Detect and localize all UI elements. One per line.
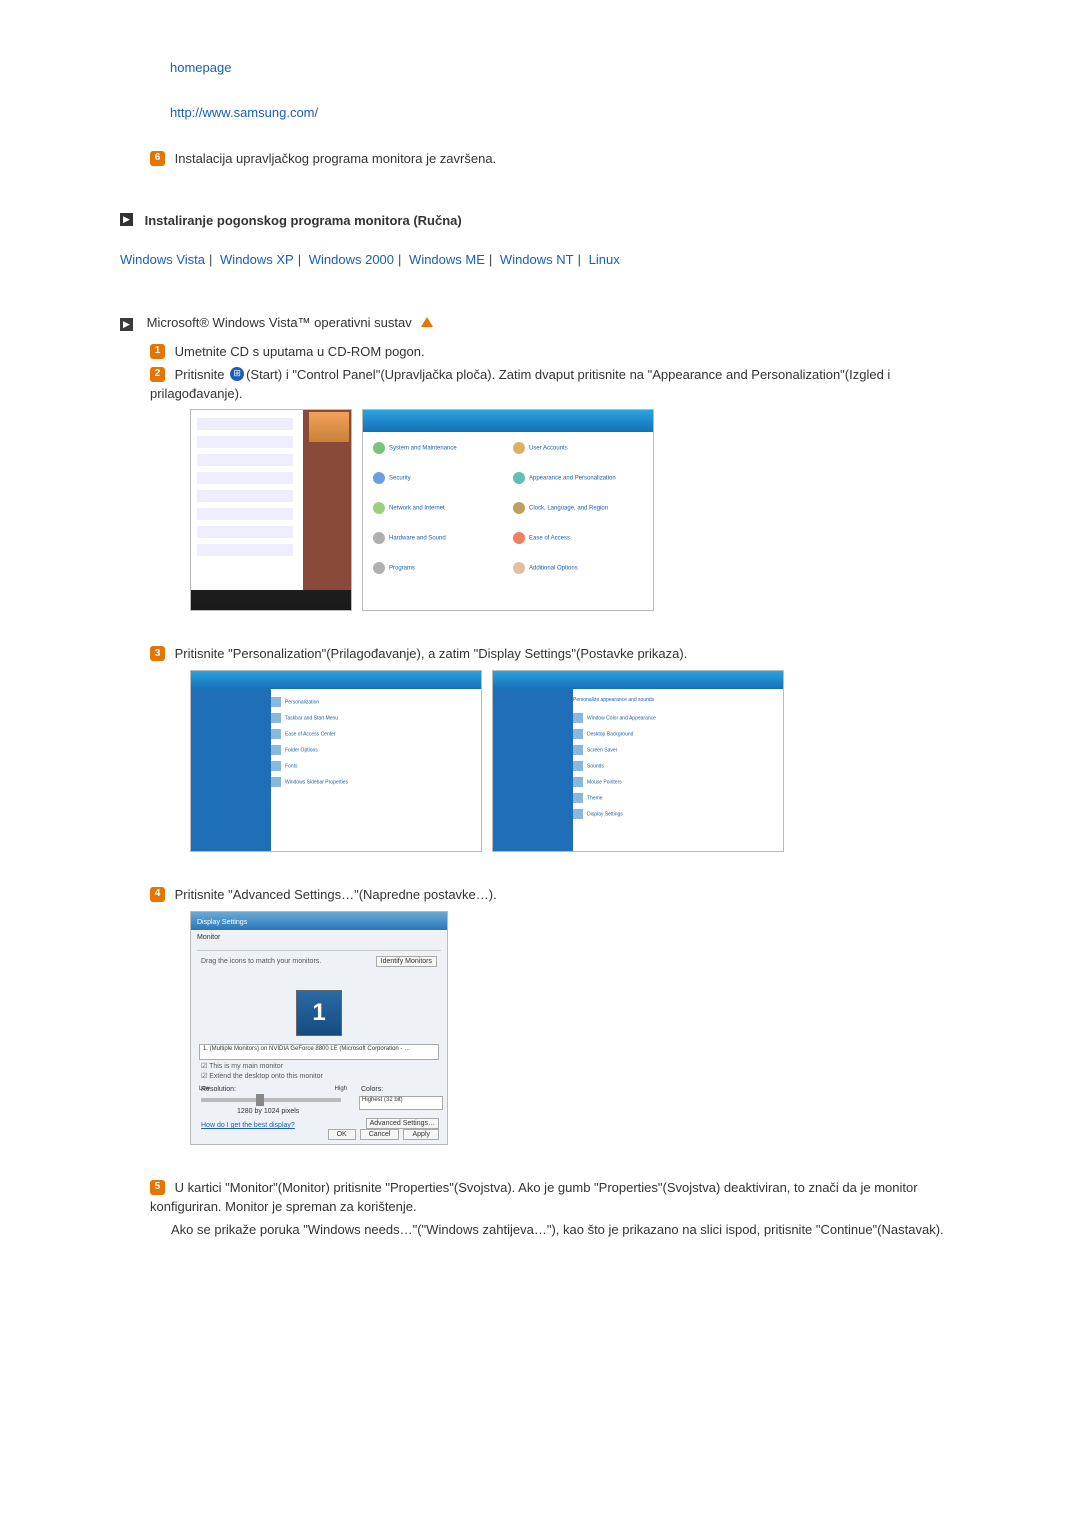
samsung-url-link[interactable]: http://www.samsung.com/ [170, 105, 318, 120]
apply-button[interactable]: Apply [403, 1129, 439, 1140]
colors-dropdown[interactable]: Highest (32 bit) [359, 1096, 443, 1110]
homepage-link[interactable]: homepage [170, 60, 231, 75]
os-link-xp[interactable]: Windows XP [220, 252, 294, 267]
windows-start-icon: ⊞ [230, 367, 244, 381]
display-drag-text: Drag the icons to match your monitors. [201, 958, 321, 965]
vista-heading: Microsoft® Windows Vista™ operativni sus… [147, 315, 412, 330]
section-arrow-icon: ▶ [120, 213, 133, 226]
screenshot-display-settings: Display Settings Monitor Drag the icons … [190, 911, 448, 1145]
cancel-button[interactable]: Cancel [360, 1129, 400, 1140]
vista-step-5: U kartici "Monitor"(Monitor) pritisnite … [150, 1180, 918, 1214]
vista-step-2a: Pritisnite [175, 367, 228, 382]
screenshot-appearance: Personalization Taskbar and Start Menu E… [190, 670, 482, 852]
os-link-2000[interactable]: Windows 2000 [309, 252, 394, 267]
colors-label: Colors: [361, 1086, 383, 1093]
step-6-badge: 6 [150, 151, 165, 166]
ok-button[interactable]: OK [328, 1129, 356, 1140]
screenshot-personalization: Personalize appearance and sounds Window… [492, 670, 784, 852]
slider-handle-icon[interactable] [256, 1094, 264, 1106]
slider-high: High [335, 1086, 347, 1092]
step-2-badge: 2 [150, 367, 165, 382]
step-6-text: Instalacija upravljačkog programa monito… [175, 151, 497, 166]
vista-step-4: Pritisnite "Advanced Settings…"(Napredne… [175, 887, 497, 902]
advanced-settings-button[interactable]: Advanced Settings… [366, 1118, 439, 1129]
vista-step-3: Pritisnite "Personalization"(Prilagođava… [175, 646, 688, 661]
chk-extend-desktop[interactable]: ☑ Extend the desktop onto this monitor [201, 1072, 323, 1080]
vista-step-2b: (Start) i "Control Panel"(Upravljačka pl… [150, 367, 890, 401]
subsection-bullet-icon: ▶ [120, 318, 133, 331]
identify-monitors-button[interactable]: Identify Monitors [376, 956, 437, 967]
screenshot-control-panel: System and Maintenance User Accounts Sec… [362, 409, 654, 611]
monitor-icon-1: 1 [296, 990, 342, 1036]
os-link-me[interactable]: Windows ME [409, 252, 485, 267]
os-link-linux[interactable]: Linux [589, 252, 620, 267]
os-link-vista[interactable]: Windows Vista [120, 252, 205, 267]
help-link[interactable]: How do I get the best display? [201, 1122, 295, 1129]
display-tab-monitor: Monitor [197, 934, 220, 941]
os-link-nt[interactable]: Windows NT [500, 252, 574, 267]
vista-step-5b: Ako se prikaže poruka "Windows needs…"("… [171, 1222, 944, 1237]
step-3-badge: 3 [150, 646, 165, 661]
slider-low: Low [199, 1086, 210, 1092]
screenshot-start-menu [190, 409, 352, 611]
step-4-badge: 4 [150, 887, 165, 902]
resolution-value: 1280 by 1024 pixels [237, 1108, 299, 1115]
vista-step-1: Umetnite CD s uputama u CD-ROM pogon. [175, 344, 425, 359]
up-triangle-icon [421, 317, 433, 327]
monitor-dropdown[interactable]: 1. (Multiple Monitors) on NVIDIA GeForce… [199, 1044, 439, 1060]
section-manual-heading: Instaliranje pogonskog programa monitora… [145, 213, 462, 228]
step-1-badge: 1 [150, 344, 165, 359]
chk-main-monitor[interactable]: ☑ This is my main monitor [201, 1062, 283, 1070]
step-5-badge: 5 [150, 1180, 165, 1195]
display-title: Display Settings [197, 919, 247, 926]
resolution-slider[interactable]: Low High [201, 1098, 341, 1102]
